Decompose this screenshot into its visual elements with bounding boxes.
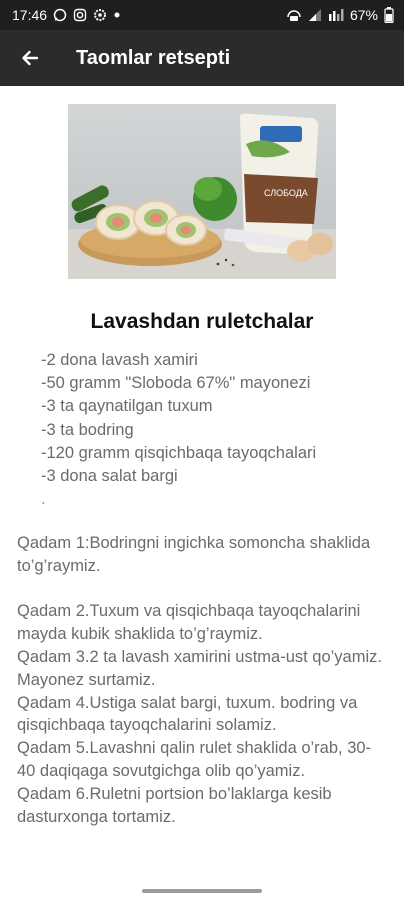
instagram-icon <box>73 8 87 22</box>
battery-icon <box>384 7 394 23</box>
ingredient-item: -3 ta qaynatilgan tuxum <box>41 397 213 416</box>
status-bar: 17:46 67% <box>0 0 404 30</box>
clock: 17:46 <box>12 7 48 23</box>
step-item: Qadam 6.Ruletni portsion bo’laklarga kes… <box>17 784 332 826</box>
ingredient-item: -50 gramm "Sloboda 67%" mayonezi <box>41 374 311 393</box>
step-item: Qadam 1:Bodringni ingichka somoncha shak… <box>17 534 371 575</box>
ingredient-list: -2 dona lavash xamiri -50 gramm "Sloboda… <box>41 349 316 511</box>
recipe-image: СЛОБОДА <box>68 104 336 279</box>
ingredient-item: -3 ta bodring <box>41 420 134 439</box>
back-button[interactable] <box>0 30 60 86</box>
status-right: 67% <box>286 7 394 23</box>
signal-icon <box>308 9 321 21</box>
step-item: Qadam 5.Lavashni qalin rulet shaklida o’… <box>17 739 372 780</box>
ingredient-item: -2 dona lavash xamiri <box>41 351 198 369</box>
package-brand: СЛОБОДА <box>264 188 308 198</box>
arrow-back-icon <box>22 50 39 66</box>
home-indicator[interactable] <box>142 889 262 893</box>
step-item: Qadam 2.Tuxum va qisqichbaqa tayoqchalar… <box>17 602 361 644</box>
recipe-photo: СЛОБОДА <box>68 113 336 279</box>
app-title: Taomlar retsepti <box>76 46 231 69</box>
settings-icon <box>94 9 107 21</box>
step-item: Qadam 3.2 ta lavash xamirini ustma-ust q… <box>17 647 382 689</box>
whatsapp-icon <box>53 8 67 22</box>
dot-icon <box>114 12 120 18</box>
step-list: Qadam 1:Bodringni ingichka somoncha shak… <box>17 532 387 828</box>
ingredient-item: -120 gramm qisqichbaqa tayoqchalari <box>41 443 317 462</box>
app-bar: Taomlar retsepti <box>0 30 404 86</box>
ingredient-item: -3 dona salat bargi <box>41 467 178 486</box>
data-icon <box>328 9 344 21</box>
hotspot-icon <box>287 10 301 21</box>
egg <box>307 233 333 255</box>
recipe-title: Lavashdan ruletchalar <box>90 310 314 333</box>
ingredient-item: . <box>41 490 46 509</box>
battery-percent: 67% <box>349 7 378 23</box>
step-item: Qadam 4.Ustiga salat bargi, tuxum. bodri… <box>17 693 358 735</box>
status-left: 17:46 <box>12 7 121 23</box>
